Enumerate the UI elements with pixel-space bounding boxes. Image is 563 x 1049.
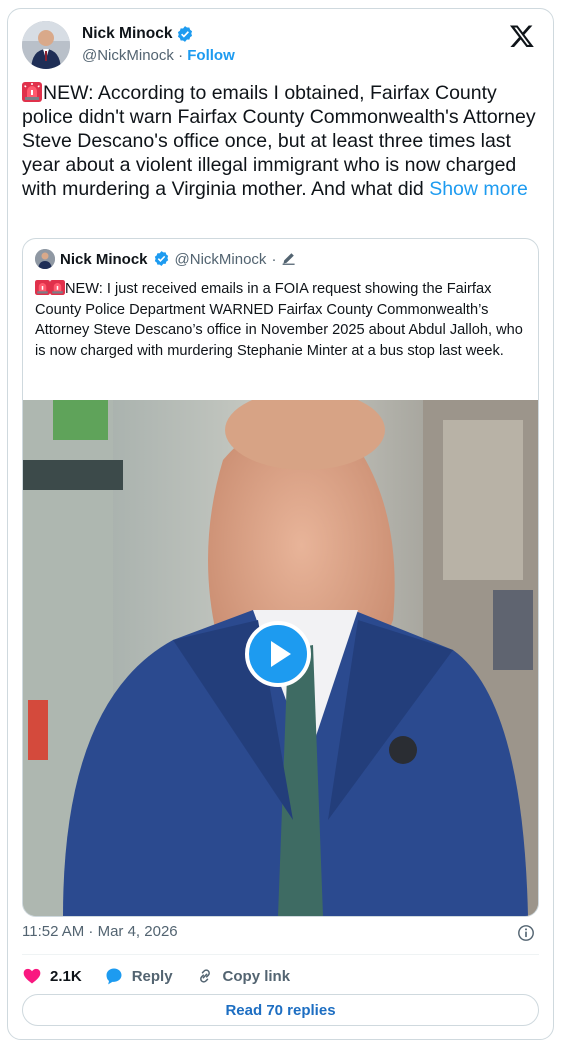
heart-icon <box>23 968 41 984</box>
reply-label: Reply <box>131 967 173 985</box>
quoted-avatar <box>35 249 55 269</box>
info-icon[interactable] <box>517 924 535 942</box>
follow-button[interactable]: Follow <box>187 47 235 64</box>
like-button[interactable]: 2.1K <box>22 966 82 986</box>
siren-icon <box>22 82 42 102</box>
tweet-text: NEW: According to emails I obtained, Fai… <box>22 81 542 201</box>
author-avatar[interactable] <box>22 21 70 69</box>
author-handle[interactable]: @NickMinock <box>82 47 174 64</box>
copy-link-button[interactable]: Copy link <box>195 966 291 986</box>
play-icon <box>271 641 291 667</box>
edit-pencil-icon <box>281 250 297 268</box>
verified-badge-icon <box>153 250 170 268</box>
quoted-dot: · <box>271 250 277 268</box>
author-name[interactable]: Nick Minock <box>82 25 172 43</box>
timestamp[interactable]: 11:52 AM · Mar 4, 2026 <box>22 923 178 940</box>
verified-badge-icon <box>176 25 194 43</box>
quoted-author-handle: @NickMinock <box>174 250 267 268</box>
timestamp-row: 11:52 AM · Mar 4, 2026 <box>22 923 539 947</box>
author-name-row: Nick Minock <box>82 25 194 43</box>
quoted-author-name: Nick Minock <box>60 250 148 268</box>
siren-icon <box>50 280 65 295</box>
read-replies-button[interactable]: Read 70 replies <box>22 994 539 1026</box>
show-more-link[interactable]: Show more <box>429 178 528 200</box>
quoted-body: NEW: I just received emails in a FOIA re… <box>35 281 523 359</box>
quoted-tweet[interactable]: Nick Minock @NickMinock · NEW: I just re… <box>22 238 539 917</box>
like-count: 2.1K <box>50 967 82 985</box>
action-bar: 2.1K Reply Copy link <box>22 964 290 988</box>
author-handle-row: @NickMinock · Follow <box>82 47 235 64</box>
reply-button[interactable]: Reply <box>104 966 173 986</box>
tweet-card: Nick Minock @NickMinock · Follow NEW: Ac… <box>7 8 554 1040</box>
reply-bubble-icon <box>106 968 122 985</box>
divider <box>22 954 539 955</box>
x-logo-icon[interactable] <box>509 23 535 49</box>
quoted-text: NEW: I just received emails in a FOIA re… <box>35 279 527 361</box>
link-icon <box>199 969 210 983</box>
read-replies-label: Read 70 replies <box>225 1001 336 1019</box>
siren-icon <box>35 280 50 295</box>
play-button[interactable] <box>245 621 311 687</box>
handle-separator: · <box>173 47 188 64</box>
tweet-header: Nick Minock @NickMinock · Follow <box>22 21 539 69</box>
copy-link-label: Copy link <box>222 967 291 985</box>
video-player[interactable] <box>23 400 538 916</box>
quoted-header: Nick Minock @NickMinock · <box>35 249 297 269</box>
